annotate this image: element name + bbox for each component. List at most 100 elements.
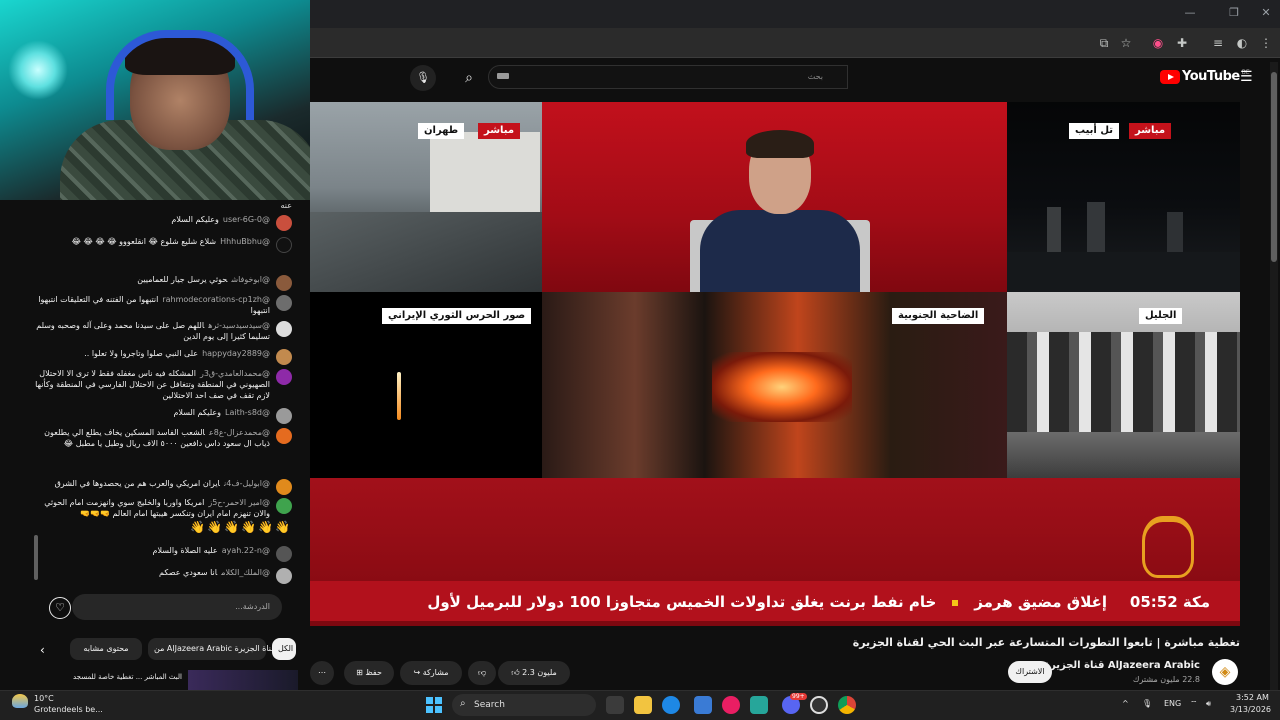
- more-actions-button[interactable]: ⋯: [310, 661, 334, 685]
- chat-message: @الملك_الكلامانا سعودي عصكم: [32, 567, 292, 584]
- chat-emoji-message: 👋👋👋👋👋👋: [190, 520, 292, 534]
- taskbar-search[interactable]: Search: [452, 694, 596, 716]
- chat-author: @Laith-s8d: [224, 408, 270, 417]
- chat-author: @ابوليل-ف4ن: [224, 479, 270, 488]
- minimize-icon[interactable]: —: [1180, 5, 1200, 21]
- keyboard-icon[interactable]: [497, 73, 509, 79]
- edge-icon[interactable]: [662, 696, 680, 714]
- clock-time[interactable]: 3:52 AM: [1236, 693, 1269, 702]
- label-city: تل أبيب: [1069, 123, 1120, 139]
- live-chat-panel: عنه @user-6G-0وعليكم السلام @HhhuBbhuشلا…: [32, 200, 310, 630]
- dislike-button[interactable]: 👎︎: [468, 661, 496, 685]
- language-indicator[interactable]: ENG: [1164, 699, 1181, 708]
- chat-author: @user-6G-0: [222, 215, 270, 224]
- profile-icon[interactable]: ◐: [1234, 35, 1250, 51]
- chevron-left-icon[interactable]: ‹: [40, 643, 45, 657]
- chrome-icon[interactable]: [838, 696, 856, 714]
- hamburger-menu-icon[interactable]: ☰: [1240, 70, 1253, 84]
- chat-message-text: @سيدسيدسيد-ثرهاللهم صل على سيدنا محمد وع…: [34, 320, 270, 342]
- avatar: [276, 408, 292, 424]
- page-scrollbar[interactable]: [1270, 62, 1278, 692]
- next-video-thumbnail[interactable]: [188, 670, 298, 690]
- avatar: [276, 568, 292, 584]
- avatar: [276, 498, 292, 514]
- clock-date[interactable]: 3/13/2026: [1230, 705, 1271, 714]
- app-icon[interactable]: [750, 696, 768, 714]
- search-icon[interactable]: ⌕: [456, 65, 482, 91]
- avatar: [276, 295, 292, 311]
- tray-chevron-icon[interactable]: ^: [1122, 699, 1129, 708]
- streamer-webcam: [0, 0, 310, 200]
- share-icon: ↪: [413, 668, 421, 677]
- app-icon[interactable]: [722, 696, 740, 714]
- puzzle-icon[interactable]: ✚: [1174, 35, 1190, 51]
- chip-related[interactable]: محتوى مشابه: [70, 638, 142, 660]
- chat-message-text: @user-6G-0وعليكم السلام: [171, 214, 270, 225]
- weather-icon[interactable]: [12, 694, 28, 708]
- like-count: 2.3 مليون: [522, 668, 557, 677]
- chat-message-text: @ابوخوفاشحوثي يرسل جيار للعماميين: [137, 274, 270, 285]
- thumbs-down-icon: 👎︎: [477, 668, 487, 677]
- file-explorer-icon[interactable]: [634, 696, 652, 714]
- save-button[interactable]: ⊞ حفظ: [344, 661, 394, 685]
- save-label: حفظ: [365, 668, 382, 677]
- chat-header-user: عنه: [280, 201, 292, 210]
- app-icon[interactable]: [810, 696, 828, 714]
- chat-message-text: @Laith-s8dوعليكم السلام: [173, 407, 270, 418]
- store-icon[interactable]: [694, 696, 712, 714]
- chat-input[interactable]: الدردشة...: [72, 594, 282, 620]
- microphone-icon[interactable]: 🎙︎: [1142, 699, 1152, 708]
- media-icon[interactable]: ≡: [1210, 35, 1226, 51]
- chat-message-text: @الملك_الكلامانا سعودي عصكم: [159, 567, 270, 578]
- subscribe-button[interactable]: الاشتراك: [1008, 661, 1052, 683]
- chip-all[interactable]: الكل: [272, 638, 296, 660]
- next-video-title[interactable]: البث المباشر ... تغطية خاصة للمسجد: [70, 672, 182, 683]
- save-icon: ⊞: [356, 668, 363, 677]
- ticker-headlines: إغلاق مضيق هرمز خام نفط برنت يغلق تداولات…: [427, 593, 1107, 611]
- wifi-icon[interactable]: ⌔: [1190, 699, 1198, 709]
- extension-icon[interactable]: ◉: [1150, 35, 1166, 51]
- chat-scrollbar[interactable]: [34, 535, 38, 580]
- label-live: مباشر: [478, 123, 521, 139]
- task-view-icon[interactable]: [606, 696, 624, 714]
- label-dahiyeh: الضاحية الجنوبية: [892, 308, 985, 324]
- chip-from-channel[interactable]: من AlJazeera Arabic قناة الجزيرة: [148, 638, 275, 660]
- restore-icon[interactable]: ❐: [1224, 5, 1244, 21]
- chat-author: @ابوخوفاش: [231, 275, 270, 284]
- avatar: [276, 321, 292, 337]
- weather-temp[interactable]: 10°C: [34, 694, 54, 703]
- channel-avatar[interactable]: ◈: [1212, 659, 1238, 685]
- bookmark-star-icon[interactable]: ☆: [1118, 35, 1134, 51]
- chat-text: على النبي صلوا وتاجروا ولا تعلوا ..: [84, 349, 199, 358]
- volume-icon[interactable]: 🔊︎: [1206, 699, 1211, 709]
- share-button[interactable]: ↪ مشاركة: [400, 661, 462, 685]
- avatar: [276, 349, 292, 365]
- chat-message: @محمدالعامدي-ق3رالمشكله فيه ناس مغفله فق…: [32, 368, 292, 401]
- chat-message: @امير الاحمر-ح5زامريكا واوربا والخليج سو…: [32, 497, 292, 519]
- youtube-logo[interactable]: YouTube BE: [1160, 69, 1250, 84]
- chat-message: @ابوليل-ف4ن ايران امريكي والعرب هم من يحص…: [32, 478, 292, 495]
- weather-description[interactable]: Grotendeels be...: [34, 705, 103, 714]
- video-title: تغطية مباشرة | تابعوا التطورات المتسارعة…: [852, 636, 1240, 649]
- ticker-headline-1: إغلاق مضيق هرمز: [974, 593, 1107, 611]
- voice-search-icon[interactable]: 🎙: [410, 65, 436, 91]
- heart-icon[interactable]: ♡: [49, 597, 71, 619]
- like-button[interactable]: 👍︎ 2.3 مليون: [498, 661, 570, 685]
- chat-author: @امير الاحمر-ح5ز: [208, 498, 270, 507]
- fire-glow: [712, 352, 852, 422]
- lamp-glow: [8, 40, 68, 100]
- scrollbar-thumb[interactable]: [1271, 72, 1277, 262]
- avatar: [276, 369, 292, 385]
- channel-name[interactable]: AlJazeera Arabic قناة الجزيرة: [1044, 660, 1200, 671]
- chat-message: @سيدسيدسيد-ثرهاللهم صل على سيدنا محمد وع…: [32, 320, 292, 342]
- menu-kebab-icon[interactable]: ⋮: [1258, 35, 1274, 51]
- chat-message: @Laith-s8dوعليكم السلام: [32, 407, 292, 424]
- anchor-hair: [746, 130, 814, 158]
- windows-start-icon[interactable]: [426, 697, 442, 713]
- search-input[interactable]: بحث: [488, 65, 848, 89]
- close-icon[interactable]: ✕: [1256, 5, 1276, 21]
- install-icon[interactable]: ⧉: [1096, 35, 1112, 51]
- chat-author: @سيدسيدسيد-ثره: [208, 321, 270, 330]
- video-player[interactable]: مباشر طهران مباشر تل أبيب صور الحرس الثو…: [310, 102, 1240, 626]
- search-icon: ⌕: [460, 698, 466, 709]
